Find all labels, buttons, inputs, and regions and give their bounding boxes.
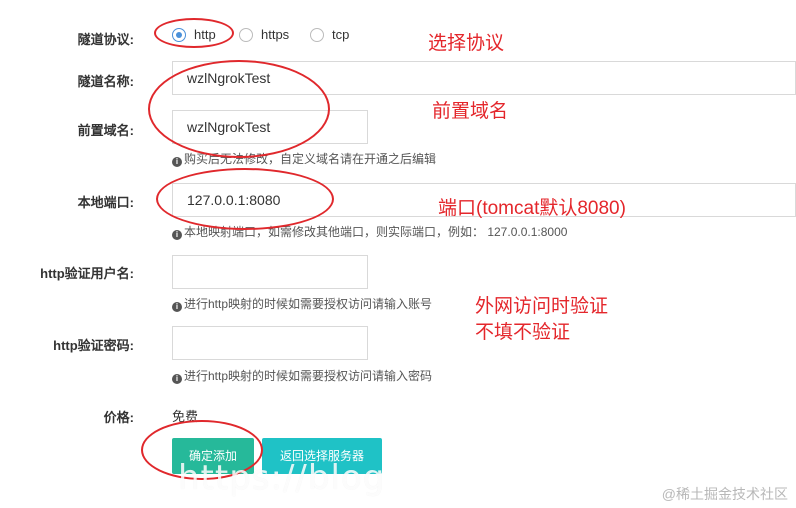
protocol-label: 隧道协议: [77, 32, 134, 47]
price-label: 价格: [103, 410, 134, 425]
tunnel-name-label: 隧道名称: [77, 74, 134, 89]
info-icon: i [172, 374, 182, 384]
info-icon: i [172, 157, 182, 167]
protocol-highlight-ellipse [154, 18, 234, 48]
port-highlight-ellipse [156, 168, 334, 230]
radio-https[interactable]: https [239, 27, 289, 42]
auth-annotation-line2: 不填不验证 [475, 322, 571, 343]
name-domain-highlight-ellipse [148, 60, 330, 158]
http-user-help-text: 进行http映射的时候如需要授权访问请输入账号 [184, 297, 433, 311]
info-icon: i [172, 230, 182, 240]
local-port-label: 本地端口: [77, 195, 134, 210]
http-pass-label: http验证密码: [53, 338, 134, 353]
http-user-label: http验证用户名: [40, 266, 134, 281]
info-icon: i [172, 302, 182, 312]
site-credit-watermark: @稀土掘金技术社区 [661, 486, 788, 502]
http-user-help: i 进行http映射的时候如需要授权访问请输入账号 [172, 295, 432, 312]
http-pass-help-text: 进行http映射的时候如需要授权访问请输入密码 [184, 369, 433, 383]
port-annotation: 端口(tomcat默认8080) [438, 198, 626, 219]
blog-watermark: https://blog [178, 458, 386, 498]
radio-unchecked-icon [310, 27, 324, 42]
radio-tcp[interactable]: tcp [310, 27, 349, 42]
domain-label: 前置域名: [77, 123, 134, 138]
http-pass-input[interactable] [172, 326, 368, 360]
http-pass-help: i 进行http映射的时候如需要授权访问请输入密码 [172, 367, 432, 384]
radio-tcp-label: tcp [332, 27, 350, 42]
http-user-input[interactable] [172, 255, 368, 289]
radio-unchecked-icon [239, 27, 253, 42]
radio-https-label: https [261, 27, 290, 42]
protocol-annotation: 选择协议 [428, 33, 505, 54]
auth-annotation-line1: 外网访问时验证 [475, 296, 609, 317]
domain-annotation: 前置域名 [432, 101, 509, 122]
